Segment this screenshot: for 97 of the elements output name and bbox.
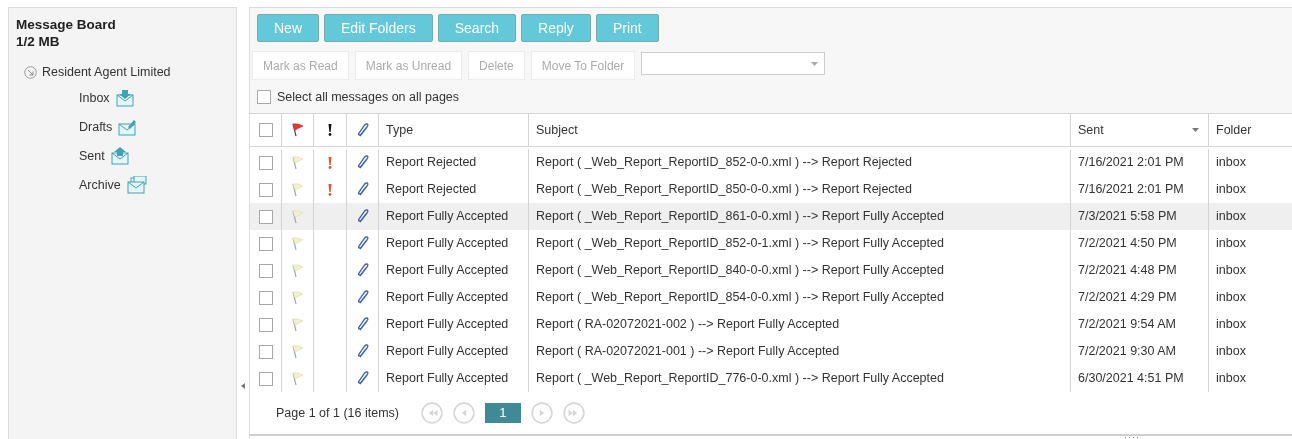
page-number[interactable]: 1 (485, 403, 521, 423)
paperclip-icon (355, 236, 370, 251)
table-cell-text: inbox (1216, 343, 1246, 361)
paperclip-icon (355, 317, 370, 332)
checkbox[interactable] (258, 236, 273, 251)
page-summary: Page 1 of 1 (16 items) (276, 404, 399, 422)
table-cell-text: 7/2/2021 9:54 AM (1078, 316, 1176, 334)
table-cell-text: 7/16/2021 2:01 PM (1078, 181, 1184, 199)
table-cell-text: Report Fully Accepted (386, 289, 509, 307)
table-cell-text: Report ( _Web_Report_ReportID_852-0-1.xml ) --> Report Fully Accepted (536, 235, 944, 253)
checkbox[interactable] (258, 290, 273, 305)
envelope-pencil-icon (118, 118, 139, 137)
last-page-icon[interactable] (563, 402, 585, 424)
flag-icon[interactable] (291, 123, 304, 137)
table-cell-text: 7/2/2021 4:50 PM (1078, 235, 1177, 253)
table-cell-text: 7/2/2021 4:48 PM (1078, 262, 1177, 280)
next-page-icon[interactable] (531, 402, 553, 424)
expand-circle-icon[interactable] (24, 65, 37, 79)
table-cell-text: inbox (1216, 289, 1246, 307)
paperclip-icon (355, 290, 370, 305)
table-cell-text: Report ( _Web_Report_ReportID_840-0-0.xml ) --> Report Fully Accepted (536, 262, 944, 280)
paperclip-icon (355, 209, 370, 224)
table-cell-text: 7/2/2021 4:29 PM (1078, 289, 1177, 307)
table-cell-text: 7/16/2021 2:01 PM (1078, 154, 1184, 172)
importance-icon (328, 183, 332, 196)
envelope-upload-icon (110, 147, 131, 166)
folder-link[interactable]: Inbox (79, 88, 110, 108)
message-row[interactable]: Report Fully Accepted Report ( RA-02072021-001 ) --> Report Fully Accepted 7/2/2021 9:30 AM inbox (250, 338, 1292, 365)
checkbox[interactable] (258, 263, 273, 278)
storage-quota: 1/2 MB (16, 33, 61, 50)
checkbox[interactable] (257, 90, 271, 104)
column-header[interactable]: Type (379, 120, 421, 140)
table-cell-text: 7/2/2021 9:30 AM (1078, 343, 1176, 361)
sort-caret-icon[interactable] (1192, 128, 1199, 132)
folder-link[interactable]: Drafts (79, 117, 113, 137)
table-cell-text: Report ( _Web_Report_ReportID_852-0-0.xml ) --> Report Rejected (536, 154, 912, 172)
column-header[interactable]: Folder (1209, 120, 1259, 140)
message-row[interactable]: Report Fully Accepted Report ( _Web_Report_ReportID_776-0-0.xml ) --> Report Fully Accepted 6/30/2021 4:51 PM inbox (250, 365, 1292, 392)
checkbox[interactable] (258, 123, 273, 137)
paperclip-icon (355, 122, 370, 138)
paperclip-icon (355, 344, 370, 359)
table-cell-text: Report ( RA-02072021-002 ) --> Report Fully Accepted (536, 316, 840, 334)
folder-link[interactable]: Sent (79, 146, 105, 166)
account-name[interactable]: Resident Agent Limited (42, 63, 171, 82)
table-cell-text: inbox (1216, 316, 1246, 334)
stacked-envelopes-icon (126, 176, 147, 195)
table-cell-text: inbox (1216, 262, 1246, 280)
first-page-icon[interactable] (421, 402, 443, 424)
message-row[interactable]: Report Fully Accepted Report ( _Web_Report_ReportID_854-0-0.xml ) --> Report Fully Accepted 7/2/2021 4:29 PM inbox (250, 284, 1292, 311)
inbox-envelope-icon (115, 89, 136, 108)
table-cell-text: Report Fully Accepted (386, 370, 509, 388)
table-cell-text: Report Rejected (386, 181, 477, 199)
message-row[interactable]: Report Fully Accepted Report ( _Web_Report_ReportID_852-0-1.xml ) --> Report Fully Accepted 7/2/2021 4:50 PM inbox (250, 230, 1292, 257)
table-cell-text: inbox (1216, 181, 1246, 199)
table-cell-text: inbox (1216, 154, 1246, 172)
collapse-arrow-icon[interactable] (241, 383, 245, 389)
board-title: Message Board (16, 16, 117, 33)
table-cell-text: Report Fully Accepted (386, 262, 509, 280)
message-row[interactable]: Report Fully Accepted Report ( _Web_Report_ReportID_861-0-0.xml ) --> Report Fully Accepted 7/3/2021 5:58 PM inbox (250, 203, 1292, 230)
table-cell-text: Report Rejected (386, 154, 477, 172)
resize-grip-icon[interactable] (1124, 436, 1138, 439)
select-all-label[interactable]: Select all messages on all pages (277, 87, 460, 107)
table-cell-text: inbox (1216, 235, 1246, 253)
table-cell-text: Report Fully Accepted (386, 316, 509, 334)
table-cell-text: 6/30/2021 4:51 PM (1078, 370, 1184, 388)
checkbox[interactable] (258, 182, 273, 197)
table-cell-text: inbox (1216, 370, 1246, 388)
table-cell-text: Report Fully Accepted (386, 343, 509, 361)
paperclip-icon (355, 371, 370, 386)
dropdown-caret-icon[interactable] (811, 61, 819, 66)
checkbox[interactable] (258, 371, 273, 386)
folder-dropdown[interactable] (641, 52, 826, 75)
checkbox[interactable] (258, 155, 273, 170)
column-header[interactable]: Subject (529, 120, 585, 140)
checkbox[interactable] (258, 209, 273, 224)
table-cell-text: Report ( _Web_Report_ReportID_776-0-0.xml ) --> Report Fully Accepted (536, 370, 944, 388)
table-cell-text: Report ( RA-02072021-001 ) --> Report Fully Accepted (536, 343, 840, 361)
checkbox[interactable] (258, 317, 273, 332)
folder-link[interactable]: Archive (79, 175, 121, 195)
table-cell-text: Report Fully Accepted (386, 208, 509, 226)
paperclip-icon (355, 155, 370, 170)
paperclip-icon (355, 263, 370, 278)
table-cell-text: Report ( _Web_Report_ReportID_861-0-0.xml ) --> Report Fully Accepted (536, 208, 944, 226)
table-cell-text: inbox (1216, 208, 1246, 226)
importance-icon (328, 156, 332, 169)
message-row[interactable]: Report Rejected Report ( _Web_Report_ReportID_852-0-0.xml ) --> Report Rejected 7/16/2021 2:01 PM inbox (250, 149, 1292, 176)
table-cell-text: Report ( _Web_Report_ReportID_850-0-0.xml ) --> Report Rejected (536, 181, 912, 199)
paperclip-icon (355, 182, 370, 197)
table-cell-text: Report ( _Web_Report_ReportID_854-0-0.xml ) --> Report Fully Accepted (536, 289, 944, 307)
checkbox[interactable] (258, 344, 273, 359)
message-row[interactable]: Report Fully Accepted Report ( RA-02072021-002 ) --> Report Fully Accepted 7/2/2021 9:54 AM inbox (250, 311, 1292, 338)
exclamation-icon (328, 124, 332, 136)
column-header[interactable]: Sent (1071, 120, 1111, 140)
table-cell-text: Report Fully Accepted (386, 235, 509, 253)
table-cell-text: 7/3/2021 5:58 PM (1078, 208, 1177, 226)
message-row[interactable]: Report Fully Accepted Report ( _Web_Report_ReportID_840-0-0.xml ) --> Report Fully Accepted 7/2/2021 4:48 PM inbox (250, 257, 1292, 284)
previous-page-icon[interactable] (453, 402, 475, 424)
